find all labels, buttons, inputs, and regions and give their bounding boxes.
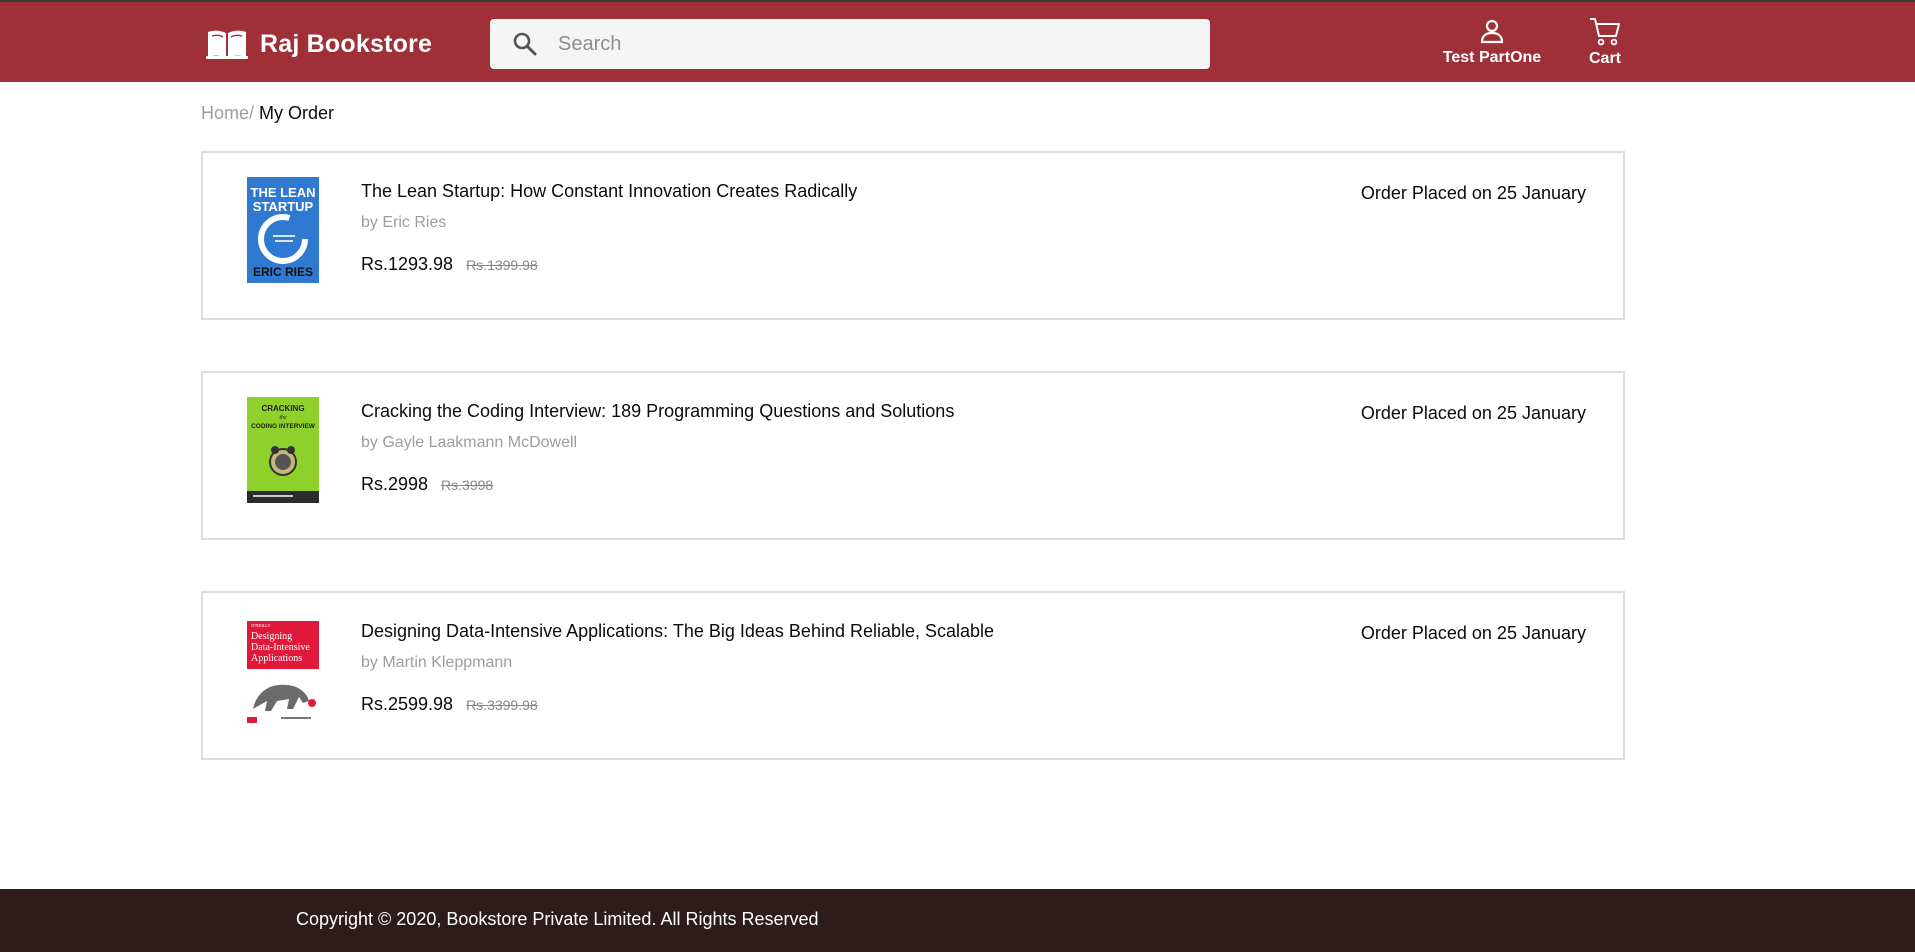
book-author: by Gayle Laakmann McDowell <box>361 434 578 451</box>
order-card[interactable]: THE LEAN STARTUP ERIC RIES The Lean Star… <box>201 151 1625 320</box>
cart-icon <box>1590 18 1620 46</box>
search-icon[interactable] <box>512 31 538 57</box>
svg-text:STARTUP: STARTUP <box>253 199 314 214</box>
brand[interactable]: Raj Bookstore <box>206 26 432 62</box>
svg-text:CRACKING: CRACKING <box>261 404 304 413</box>
book-original-price: Rs.1399.98 <box>466 257 538 273</box>
price-row: Rs.2998 Rs.3998 <box>361 474 493 495</box>
book-cover-image: THE LEAN STARTUP ERIC RIES <box>247 177 319 283</box>
book-cover: O'REILLY Designing Data-Intensive Applic… <box>247 617 319 723</box>
copyright-text: Copyright © 2020, Bookstore Private Limi… <box>296 909 819 929</box>
user-icon <box>1480 19 1504 44</box>
footer: Copyright © 2020, Bookstore Private Limi… <box>0 889 1915 952</box>
svg-text:THE LEAN: THE LEAN <box>251 185 316 200</box>
book-original-price: Rs.3998 <box>441 477 494 493</box>
price-row: Rs.1293.98 Rs.1399.98 <box>361 254 538 275</box>
book-author: by Eric Ries <box>361 214 447 231</box>
search-bar[interactable] <box>490 19 1210 69</box>
open-book-icon <box>206 30 248 59</box>
cart-button[interactable]: Cart <box>1582 16 1628 68</box>
order-card[interactable]: O'REILLY Designing Data-Intensive Applic… <box>201 591 1625 760</box>
svg-text:Designing: Designing <box>251 631 292 642</box>
book-title[interactable]: Cracking the Coding Interview: 189 Progr… <box>361 401 954 422</box>
user-menu[interactable]: Test PartOne <box>1440 18 1544 67</box>
book-cover-image: O'REILLY Designing Data-Intensive Applic… <box>247 617 319 723</box>
order-status: Order Placed on 25 January <box>1360 403 1586 423</box>
svg-text:Data-Intensive: Data-Intensive <box>251 642 310 653</box>
price-row: Rs.2599.98 Rs.3399.98 <box>361 694 538 715</box>
svg-text:CODING INTERVIEW: CODING INTERVIEW <box>251 423 316 430</box>
breadcrumb-current: My Order <box>259 103 335 123</box>
svg-text:Applications: Applications <box>251 653 302 664</box>
order-card[interactable]: CRACKING the CODING INTERVIEW Cracking t… <box>201 371 1625 540</box>
user-name: Test PartOne <box>1442 49 1542 66</box>
book-title[interactable]: The Lean Startup: How Constant Innovatio… <box>361 181 857 202</box>
order-status: Order Placed on 25 January <box>1360 623 1586 643</box>
book-author: by Martin Kleppmann <box>361 654 513 671</box>
search-input[interactable] <box>558 24 1178 64</box>
book-price: Rs.2599.98 <box>361 694 454 714</box>
svg-text:the: the <box>279 415 287 421</box>
breadcrumb: Home/ My Order <box>201 103 334 124</box>
book-original-price: Rs.3399.98 <box>466 697 538 713</box>
breadcrumb-home[interactable]: Home/ <box>201 103 254 123</box>
book-cover: THE LEAN STARTUP ERIC RIES <box>247 177 319 283</box>
book-title[interactable]: Designing Data-Intensive Applications: T… <box>361 621 994 642</box>
book-price: Rs.2998 <box>361 474 429 494</box>
top-header: Raj Bookstore Test PartOne Cart <box>0 0 1915 82</box>
svg-text:O'REILLY: O'REILLY <box>251 623 271 628</box>
book-price: Rs.1293.98 <box>361 254 454 274</box>
order-status: Order Placed on 25 January <box>1360 183 1586 203</box>
cart-label: Cart <box>1588 50 1621 67</box>
book-cover: CRACKING the CODING INTERVIEW <box>247 397 319 503</box>
brand-name: Raj Bookstore <box>260 29 433 58</box>
svg-text:ERIC RIES: ERIC RIES <box>253 265 313 279</box>
book-cover-image: CRACKING the CODING INTERVIEW <box>247 397 319 503</box>
